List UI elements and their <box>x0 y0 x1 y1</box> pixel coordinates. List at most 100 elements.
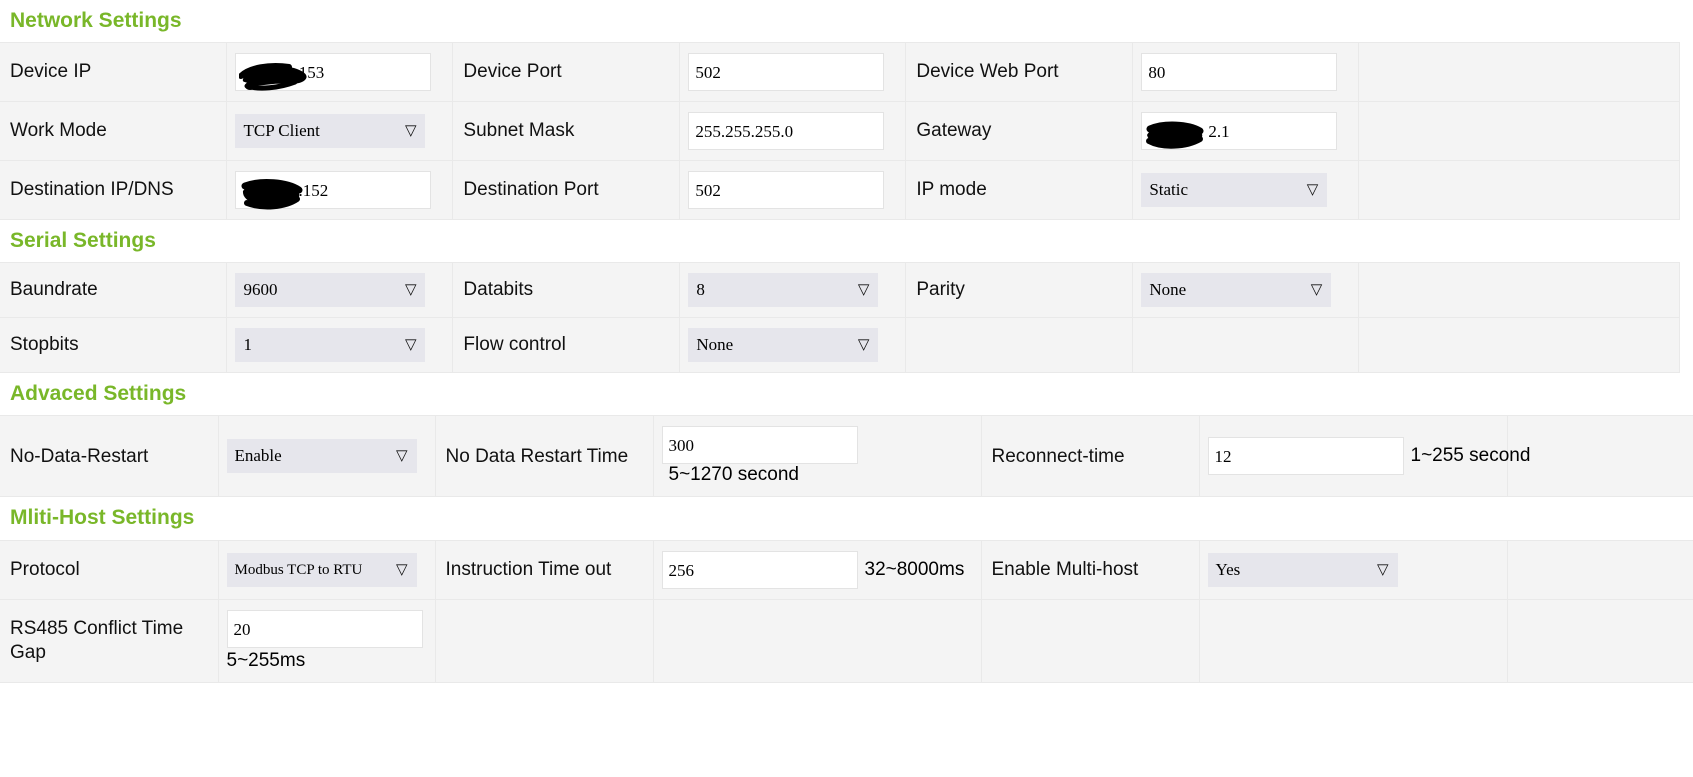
stopbits-value: 1 <box>243 335 252 355</box>
spacer-cell <box>1358 42 1680 103</box>
flow-control-select[interactable]: None ▽ <box>688 328 879 363</box>
baundrate-select[interactable]: 9600 ▽ <box>235 273 426 308</box>
no-data-restart-time-input[interactable]: 300 <box>661 426 858 465</box>
empty-field-cell <box>1132 317 1360 374</box>
section-title-multihost: Mliti-Host Settings <box>0 497 1693 540</box>
chevron-down-icon: ▽ <box>395 561 408 578</box>
field-cell-gateway: 2.1 <box>1132 101 1360 162</box>
field-label-reconnect-time: Reconnect-time <box>981 415 1200 498</box>
device-ip-input[interactable]: .153 <box>235 53 432 92</box>
field-cell-parity: None ▽ <box>1132 262 1360 319</box>
field-cell-work-mode: TCP Client ▽ <box>226 101 454 162</box>
device-port-input[interactable]: 502 <box>688 53 885 92</box>
field-cell-device-port: 502 <box>679 42 907 103</box>
instruction-time-out-hint: 32~8000ms <box>864 558 965 580</box>
device-web-port-input[interactable]: 80 <box>1141 53 1338 92</box>
field-label-no-data-restart: No-Data-Restart <box>0 415 219 498</box>
field-label-stopbits: Stopbits <box>0 317 228 374</box>
rs485-field-wrap: 20 5~255ms <box>226 609 427 672</box>
spacer-cell <box>1507 415 1693 498</box>
ip-mode-value: Static <box>1149 180 1189 200</box>
field-label-instruction-time-out: Instruction Time out <box>435 539 654 600</box>
rs485-conflict-time-gap-input[interactable]: 20 <box>226 609 423 648</box>
field-label-destination-ip-dns: Destination IP/DNS <box>0 160 228 221</box>
field-cell-flow-control: None ▽ <box>679 317 907 374</box>
field-label-protocol: Protocol <box>0 539 219 600</box>
no-data-restart-select[interactable]: Enable ▽ <box>226 439 417 474</box>
field-cell-protocol: Modbus TCP to RTU ▽ <box>218 539 436 600</box>
field-label-flow-control: Flow control <box>452 317 681 374</box>
spacer-cell <box>1358 160 1680 221</box>
destination-port-input[interactable]: 502 <box>688 171 885 210</box>
field-label-gateway: Gateway <box>905 101 1134 162</box>
flow-control-value: None <box>696 335 734 355</box>
section-title-serial: Serial Settings <box>0 220 1693 263</box>
databits-select[interactable]: 8 ▽ <box>688 273 879 308</box>
multihost-settings-table: Protocol Modbus TCP to RTU ▽ Instruction… <box>0 539 1693 683</box>
field-label-ip-mode: IP mode <box>905 160 1134 221</box>
empty-field-cell <box>1199 598 1508 683</box>
redacted-value-wrap: 2.1 <box>1141 112 1338 151</box>
databits-value: 8 <box>696 280 705 300</box>
chevron-down-icon: ▽ <box>1376 561 1389 578</box>
reconnect-time-input[interactable]: 12 <box>1207 437 1404 476</box>
no-data-restart-value: Enable <box>234 446 282 466</box>
empty-label-cell <box>435 598 654 683</box>
field-cell-databits: 8 ▽ <box>679 262 907 319</box>
chevron-down-icon: ▽ <box>404 123 417 140</box>
table-row: No-Data-Restart Enable ▽ No Data Restart… <box>0 415 1693 498</box>
field-label-subnet-mask: Subnet Mask <box>452 101 681 162</box>
field-cell-device-web-port: 80 <box>1132 42 1360 103</box>
subnet-mask-input[interactable]: 255.255.255.0 <box>688 112 885 151</box>
table-row: RS485 Conflict Time Gap 20 5~255ms <box>0 598 1693 683</box>
work-mode-value: TCP Client <box>243 121 320 141</box>
field-cell-destination-ip-dns: .152 <box>226 160 454 221</box>
destination-ip-input[interactable]: .152 <box>235 171 432 210</box>
baundrate-value: 9600 <box>243 280 278 300</box>
table-row: Baundrate 9600 ▽ Databits 8 ▽ Parity Non… <box>0 262 1680 319</box>
field-cell-rs485-conflict-time-gap: 20 5~255ms <box>218 598 436 683</box>
ip-mode-select[interactable]: Static ▽ <box>1141 173 1328 208</box>
spacer-cell <box>1358 262 1680 319</box>
field-cell-device-ip: .153 <box>226 42 454 103</box>
field-label-destination-port: Destination Port <box>452 160 681 221</box>
serial-settings-table: Baundrate 9600 ▽ Databits 8 ▽ Parity Non… <box>0 262 1680 374</box>
reconnect-time-hint: 1~255 second <box>1410 445 1531 467</box>
instruction-time-out-input[interactable]: 256 <box>661 550 858 589</box>
field-cell-reconnect-time: 12 1~255 second <box>1199 415 1530 498</box>
spacer-cell <box>1358 101 1680 162</box>
redacted-value-wrap: .152 <box>235 171 432 210</box>
field-cell-no-data-restart-time: 3005~1270 second <box>653 415 982 498</box>
spacer-cell <box>1507 598 1693 683</box>
field-cell-ip-mode: Static ▽ <box>1132 160 1360 221</box>
chevron-down-icon: ▽ <box>395 448 408 465</box>
no-data-restart-time-hint: 5~1270 second <box>668 464 799 486</box>
empty-label-cell <box>981 598 1200 683</box>
work-mode-select[interactable]: TCP Client ▽ <box>235 114 426 149</box>
table-row: Protocol Modbus TCP to RTU ▽ Instruction… <box>0 539 1693 600</box>
protocol-select[interactable]: Modbus TCP to RTU ▽ <box>226 552 417 587</box>
redacted-value-wrap: .153 <box>235 53 432 92</box>
field-label-work-mode: Work Mode <box>0 101 228 162</box>
chevron-down-icon: ▽ <box>857 282 870 299</box>
field-label-no-data-restart-time: No Data Restart Time <box>435 415 654 498</box>
table-row: Destination IP/DNS .152 Destination Port… <box>0 160 1680 221</box>
empty-label-cell <box>905 317 1134 374</box>
field-cell-enable-multi-host: Yes ▽ <box>1199 539 1508 600</box>
field-label-device-port: Device Port <box>452 42 681 103</box>
stopbits-select[interactable]: 1 ▽ <box>235 328 426 363</box>
table-row: Work Mode TCP Client ▽ Subnet Mask 255.2… <box>0 101 1680 162</box>
advanced-settings-table: No-Data-Restart Enable ▽ No Data Restart… <box>0 415 1693 498</box>
field-cell-subnet-mask: 255.255.255.0 <box>679 101 907 162</box>
enable-multi-host-select[interactable]: Yes ▽ <box>1207 552 1398 587</box>
parity-select[interactable]: None ▽ <box>1141 273 1332 308</box>
field-label-device-ip: Device IP <box>0 42 228 103</box>
enable-multi-host-value: Yes <box>1215 559 1241 579</box>
chevron-down-icon: ▽ <box>1306 182 1319 199</box>
chevron-down-icon: ▽ <box>404 337 417 354</box>
gateway-input[interactable]: 2.1 <box>1141 112 1338 151</box>
section-title-advanced: Advaced Settings <box>0 373 1693 416</box>
chevron-down-icon: ▽ <box>857 337 870 354</box>
section-title-network: Network Settings <box>0 0 1693 43</box>
spacer-cell <box>1507 539 1693 600</box>
